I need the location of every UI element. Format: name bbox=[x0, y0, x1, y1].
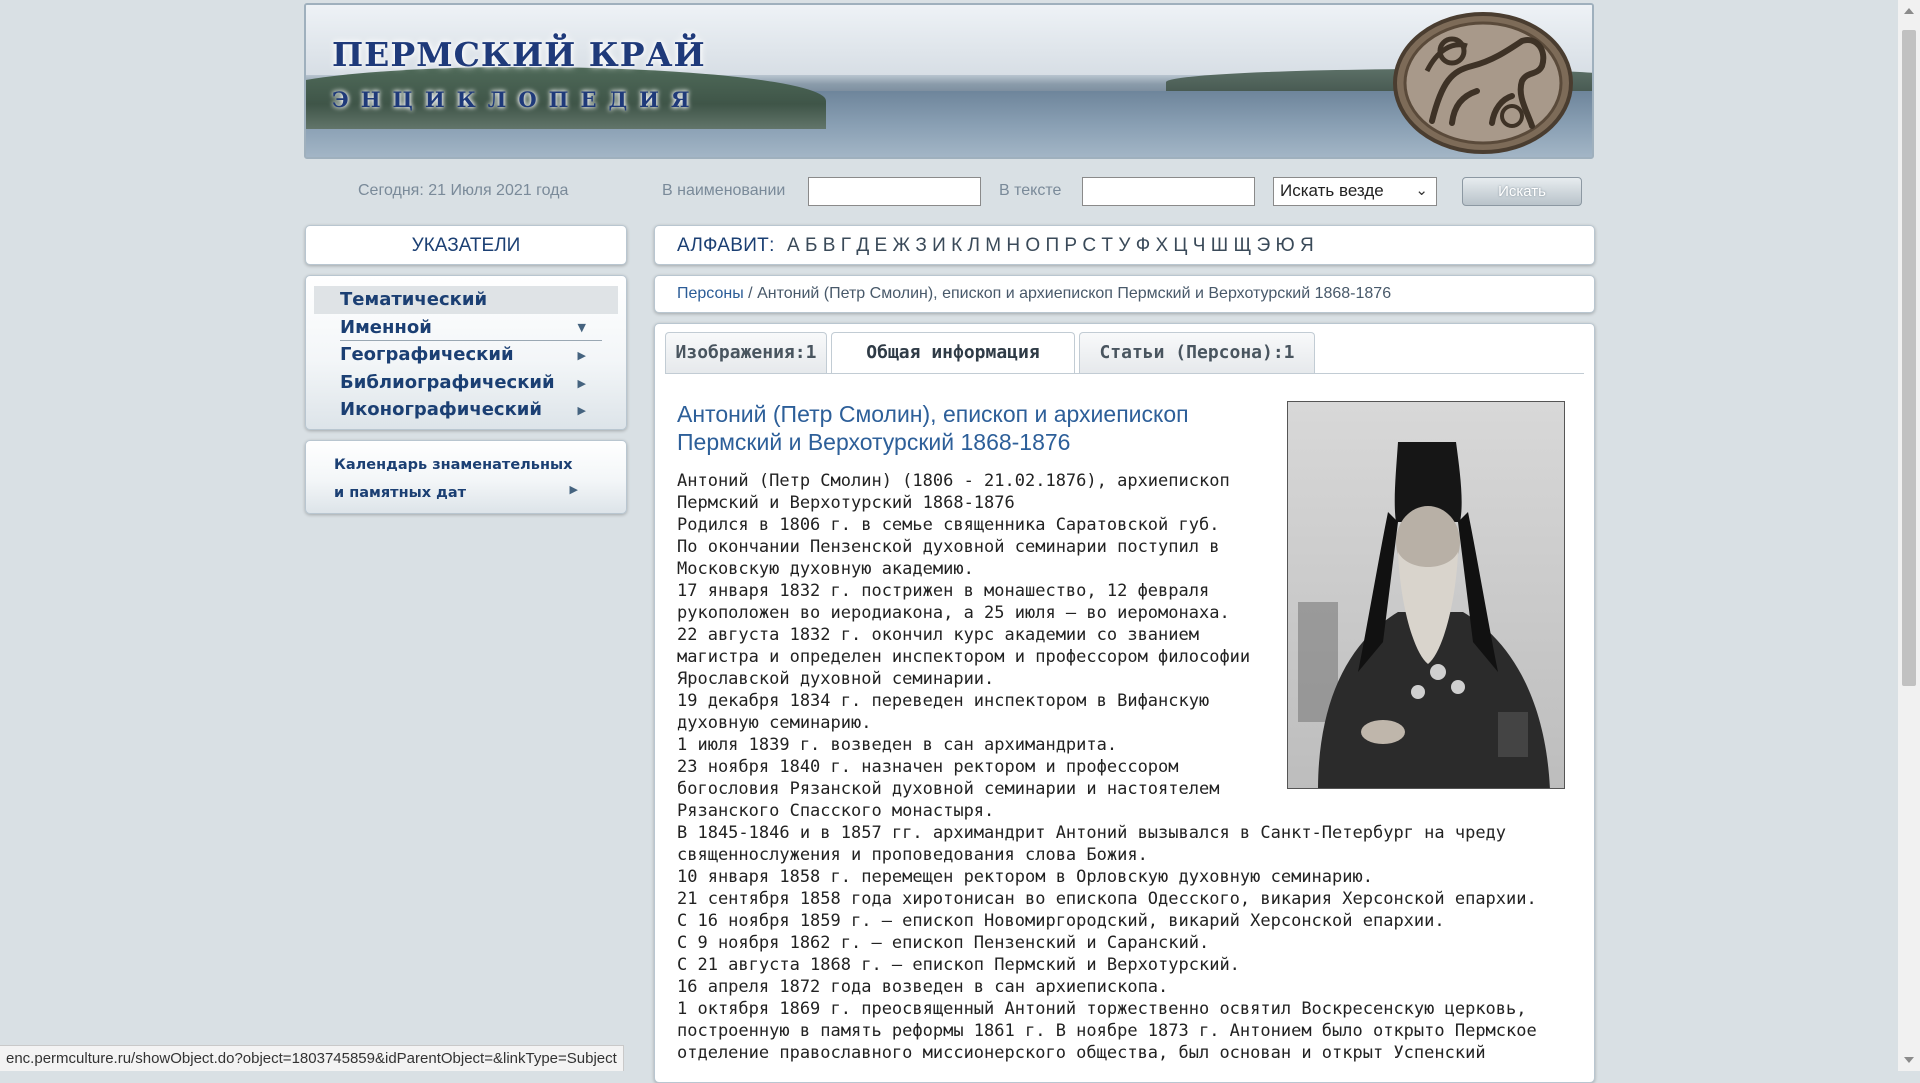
search-scope-value: Искать везде bbox=[1280, 181, 1384, 200]
sidebar-item-thematic[interactable]: Тематический bbox=[314, 286, 618, 314]
article-title: Антоний (Петр Смолин), епископ и архиепи… bbox=[677, 401, 1189, 455]
alphabet-letter[interactable]: Ш bbox=[1211, 235, 1228, 257]
status-bar-url: enc.permculture.ru/showObject.do?object=… bbox=[0, 1045, 624, 1071]
article-paragraph: 21 сентября 1858 года хиротонисан во епи… bbox=[677, 889, 1537, 909]
alphabet-letter[interactable]: П bbox=[1045, 235, 1059, 257]
tab-articles[interactable]: Статьи (Персона):1 bbox=[1079, 332, 1315, 373]
breadcrumb-text: Персоны / Антоний (Петр Смолин), епископ… bbox=[677, 285, 1391, 303]
alphabet-letter[interactable]: Ю bbox=[1276, 235, 1295, 257]
alphabet-label: АЛФАВИТ: bbox=[677, 235, 775, 256]
alphabet-letter[interactable]: Ц bbox=[1173, 235, 1187, 257]
alphabet-letter[interactable]: У bbox=[1118, 235, 1130, 257]
alphabet-letter[interactable]: Д bbox=[856, 235, 869, 257]
alphabet-letter[interactable]: М bbox=[985, 235, 1001, 257]
article-paragraph: 1 июля 1839 г. возведен в сан архимандри… bbox=[677, 735, 1118, 755]
tab-general-info[interactable]: Общая информация bbox=[831, 332, 1075, 374]
article-paragraph: 19 декабря 1834 г. переведен инспектором… bbox=[677, 691, 1210, 733]
alphabet-letter[interactable]: В bbox=[823, 235, 836, 257]
alphabet-letter[interactable]: Л bbox=[967, 235, 979, 257]
sidebar-item-geographic[interactable]: Географический ▶ bbox=[314, 341, 618, 369]
sidebar-item-iconographic[interactable]: Иконографический ▶ bbox=[314, 396, 618, 424]
article-paragraph: 1 октября 1869 г. преосвященный Антоний … bbox=[677, 999, 1537, 1063]
alphabet-letter[interactable]: Ж bbox=[892, 235, 910, 257]
alphabet-letter[interactable]: Ч bbox=[1193, 235, 1206, 257]
article-paragraph: В 1845-1846 и в 1857 гг. архимандрит Ант… bbox=[677, 823, 1507, 865]
text-search-input[interactable] bbox=[1082, 177, 1255, 206]
sidebar-item-label: Тематический bbox=[340, 289, 488, 310]
article-paragraph: 22 августа 1832 г. окончил курс академии… bbox=[677, 625, 1251, 689]
alphabet-letter[interactable]: Ф bbox=[1136, 235, 1150, 257]
breadcrumb-separator: / bbox=[743, 285, 758, 302]
alphabet-letter[interactable]: Г bbox=[841, 235, 851, 257]
alphabet-letter[interactable]: З bbox=[915, 235, 926, 257]
pointers-title: УКАЗАТЕЛИ bbox=[411, 235, 521, 256]
search-button[interactable]: Искать bbox=[1462, 177, 1582, 206]
article-body: Антоний (Петр Смолин) (1806 - 21.02.1876… bbox=[677, 470, 1577, 1064]
alphabet-letter[interactable]: Б bbox=[805, 235, 817, 257]
breadcrumb: Персоны / Антоний (Петр Смолин), епископ… bbox=[654, 275, 1595, 313]
alphabet-letter[interactable]: Х bbox=[1155, 235, 1168, 257]
article-paragraph: 10 января 1858 г. перемещен ректором в О… bbox=[677, 867, 1373, 887]
tab-divider bbox=[665, 373, 1584, 374]
article-paragraph: 17 января 1832 г. пострижен в монашество… bbox=[677, 581, 1230, 623]
today-date: Сегодня: 21 Июля 2021 года bbox=[358, 182, 569, 199]
article-paragraph: 23 ноября 1840 г. назначен ректором и пр… bbox=[677, 757, 1220, 821]
scroll-up-arrow-icon[interactable] bbox=[1904, 8, 1914, 14]
sidebar-item-label: Иконографический bbox=[340, 399, 543, 420]
site-subtitle: ЭНЦИКЛОПЕДИЯ bbox=[332, 87, 702, 112]
article-paragraph: Родился в 1806 г. в семье священника Сар… bbox=[677, 515, 1220, 535]
alphabet-letter[interactable]: И bbox=[932, 235, 946, 257]
article-paragraph: По окончании Пензенской духовной семинар… bbox=[677, 537, 1220, 579]
sidebar-item-label: Библиографический bbox=[340, 371, 555, 393]
triangle-right-icon: ▶ bbox=[569, 483, 578, 496]
sidebar-item-bibliographic[interactable]: Библиографический ▶ bbox=[314, 369, 618, 397]
calendar-dates-panel[interactable]: Календарь знаменательных и памятных дат … bbox=[305, 440, 627, 514]
article-paragraph: С 16 ноября 1859 г. — епископ Новомиргор… bbox=[677, 911, 1445, 931]
scroll-down-arrow-icon[interactable] bbox=[1904, 1057, 1914, 1063]
article-paragraph: Антоний (Петр Смолин) (1806 - 21.02.1876… bbox=[677, 471, 1230, 513]
sidebar-item-nominal[interactable]: Именной ▼ bbox=[314, 314, 618, 342]
triangle-down-icon: ▼ bbox=[577, 320, 586, 334]
sidebar-item-label: Географический bbox=[340, 344, 514, 365]
alphabet-letter[interactable]: Р bbox=[1064, 235, 1077, 257]
alphabet-letter[interactable]: Н bbox=[1006, 235, 1020, 257]
alphabet-letter[interactable]: К bbox=[951, 235, 962, 257]
animal-style-emblem-icon bbox=[1393, 12, 1573, 154]
site-title: ПЕРМСКИЙ КРАЙ bbox=[332, 35, 706, 74]
site-banner[interactable]: ПЕРМСКИЙ КРАЙ ЭНЦИКЛОПЕДИЯ bbox=[304, 3, 1594, 159]
alphabet-bar: АЛФАВИТ: АБВГДЕЖЗИКЛМНОПРСТУФХЦЧШЩЭЮЯ bbox=[654, 225, 1595, 265]
breadcrumb-current: Антоний (Петр Смолин), епископ и архиепи… bbox=[757, 285, 1392, 302]
name-search-input[interactable] bbox=[808, 177, 981, 206]
breadcrumb-link-persons[interactable]: Персоны bbox=[677, 285, 744, 302]
alphabet-letter[interactable]: Щ bbox=[1233, 235, 1251, 257]
alphabet-letter[interactable]: О bbox=[1025, 235, 1040, 257]
alphabet-letter[interactable]: А bbox=[787, 235, 800, 257]
triangle-right-icon: ▶ bbox=[577, 376, 586, 390]
alphabet-letter[interactable]: Я bbox=[1300, 235, 1314, 257]
article-panel: Изображения:1 Общая информация Статьи (П… bbox=[654, 323, 1595, 1083]
index-menu: Тематический Именной ▼ Географический ▶ … bbox=[305, 275, 627, 430]
chevron-down-icon: ⌄ bbox=[1415, 182, 1428, 199]
triangle-right-icon: ▶ bbox=[577, 349, 586, 362]
text-search-label: В тексте bbox=[999, 182, 1062, 199]
alphabet-letter[interactable]: Е bbox=[875, 235, 888, 257]
alphabet-letter[interactable]: Э bbox=[1257, 235, 1271, 257]
tab-images[interactable]: Изображения:1 bbox=[665, 332, 827, 373]
triangle-right-icon: ▶ bbox=[577, 404, 586, 417]
alphabet-letters: АБВГДЕЖЗИКЛМНОПРСТУФХЦЧШЩЭЮЯ bbox=[787, 235, 1319, 257]
name-search-label: В наименовании bbox=[662, 182, 786, 199]
scrollbar-thumb[interactable] bbox=[1902, 30, 1916, 686]
article-paragraph: С 9 ноября 1862 г. — епископ Пензенский … bbox=[677, 933, 1210, 953]
article-paragraph: 16 апреля 1872 года возведен в сан архие… bbox=[677, 977, 1169, 997]
alphabet-letter[interactable]: Т bbox=[1101, 235, 1113, 257]
page-scrollbar[interactable] bbox=[1898, 0, 1920, 1071]
calendar-dates-link[interactable]: Календарь знаменательных и памятных дат bbox=[334, 451, 584, 507]
alphabet-letter[interactable]: С bbox=[1082, 235, 1096, 257]
pointers-header: УКАЗАТЕЛИ bbox=[305, 225, 627, 265]
article-paragraph: С 21 августа 1868 г. — епископ Пермский … bbox=[677, 955, 1240, 975]
sidebar-item-label: Именной bbox=[340, 316, 432, 338]
search-scope-select[interactable]: Искать везде ⌄ bbox=[1273, 177, 1437, 206]
